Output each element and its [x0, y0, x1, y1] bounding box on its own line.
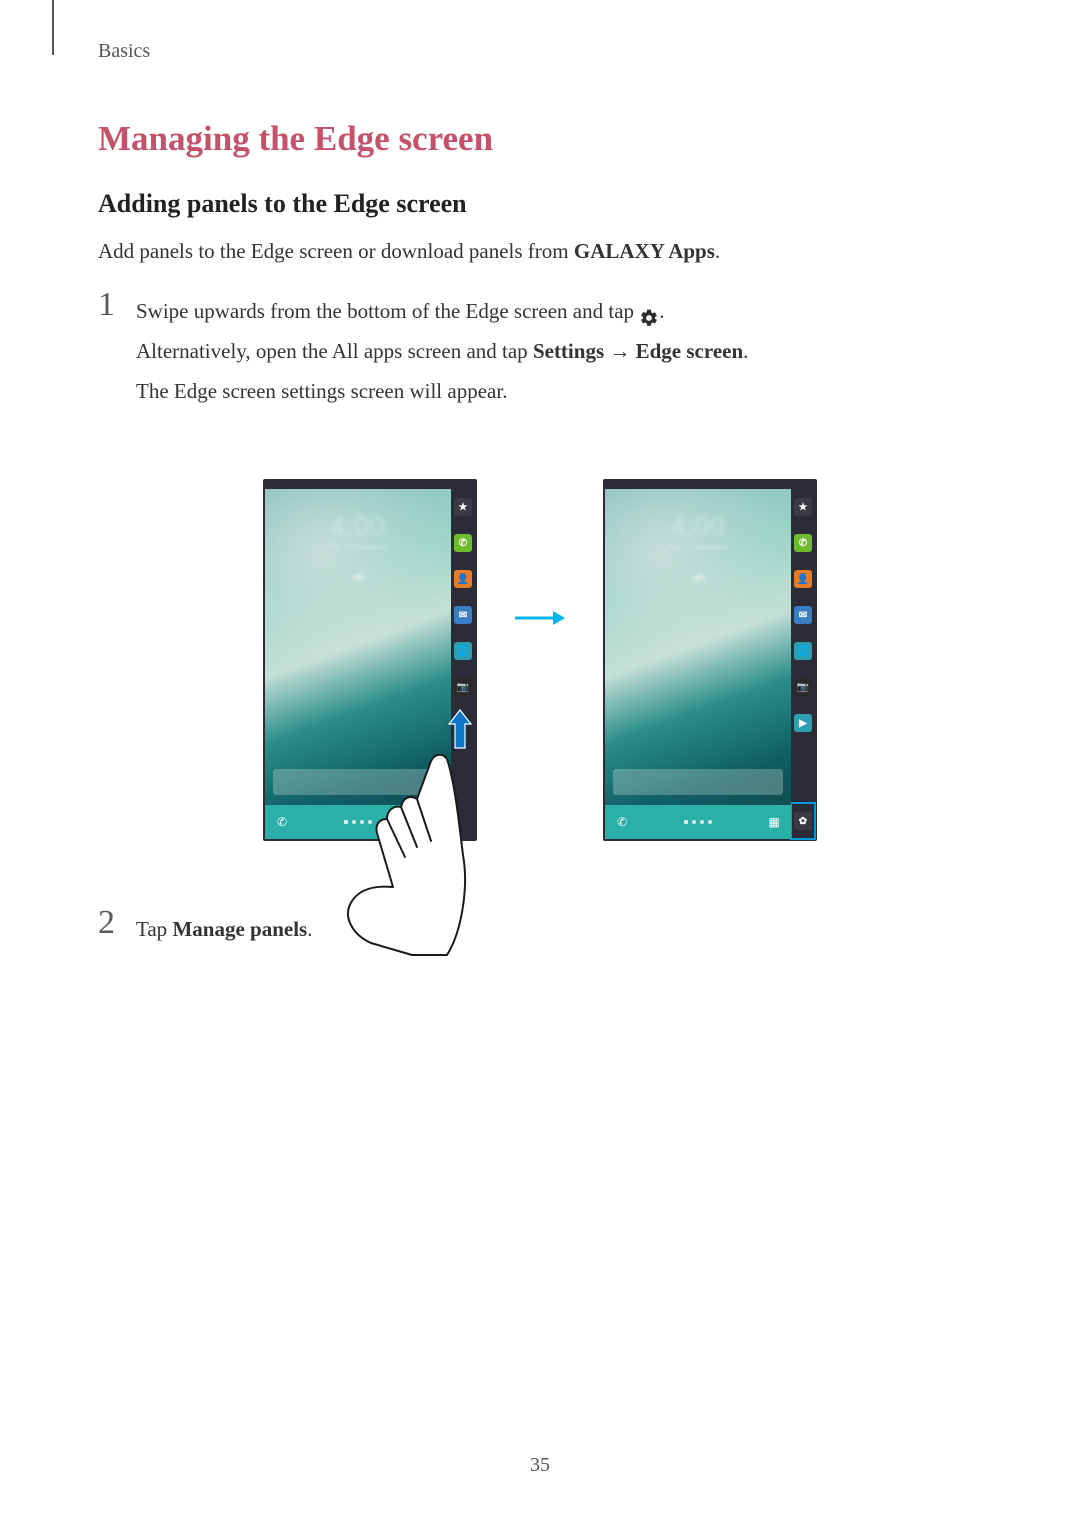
phone-clock-widget: 4:00 Tue, 30 September	[265, 511, 451, 551]
messages-icon-2: ✉	[791, 597, 815, 633]
phone-status-bar	[265, 481, 451, 489]
step1-line2-suffix: .	[743, 339, 748, 363]
clock-time2: 4:00	[605, 511, 791, 542]
phone-weather-widget: ☁	[265, 565, 451, 585]
camera-icon-2: 📷	[791, 669, 815, 705]
intro-paragraph: Add panels to the Edge screen or downloa…	[98, 237, 982, 266]
clock-time: 4:00	[265, 511, 451, 542]
nav-page-indicator2	[684, 820, 712, 824]
camera-icon: 📷	[451, 669, 475, 705]
step-2-body: Tap Manage panels.	[136, 910, 312, 950]
phone-main-screen: 4:00 Tue, 30 September ☁ ✆ ▦	[265, 481, 451, 839]
nav-apps-icon2: ▦	[767, 815, 781, 829]
settings-icon: ✿	[791, 803, 815, 839]
arrow-right-icon	[513, 608, 567, 633]
arrow-right-text: →	[604, 339, 636, 363]
section-label: Basics	[98, 40, 982, 63]
messages-icon: ✉	[451, 597, 475, 633]
header-rule	[52, 0, 54, 55]
clock-date2: Tue, 30 September	[605, 544, 791, 551]
intro-suffix: .	[715, 239, 720, 263]
phone-nav-bar: ✆ ▦	[265, 805, 451, 839]
page-number: 35	[0, 1454, 1080, 1477]
step-number-2: 2	[98, 906, 136, 940]
phone-after: 4:00 Tue, 30 September ☁ ✆ ▦ ★	[603, 479, 817, 841]
nav-page-indicator	[344, 820, 372, 824]
phone-status-bar2	[605, 481, 791, 489]
play-store-icon: ▶	[791, 705, 815, 741]
step1-line2-bold1: Settings	[533, 339, 604, 363]
clock-date: Tue, 30 September	[265, 544, 451, 551]
nav-phone-icon2: ✆	[615, 815, 629, 829]
swipe-up-arrow-icon	[447, 708, 473, 755]
gear-icon	[639, 302, 659, 322]
step1-line2-prefix: Alternatively, open the All apps screen …	[136, 339, 533, 363]
intro-bold: GALAXY Apps	[574, 239, 715, 263]
star-icon-2: ★	[791, 489, 815, 525]
step-1: 1 Swipe upwards from the bottom of the E…	[98, 292, 982, 412]
intro-text: Add panels to the Edge screen or downloa…	[98, 239, 574, 263]
phone-before: 4:00 Tue, 30 September ☁ ✆ ▦ ★	[263, 479, 477, 841]
contacts-icon: 👤	[451, 561, 475, 597]
phone-before-wrap: 4:00 Tue, 30 September ☁ ✆ ▦ ★	[263, 479, 477, 841]
contacts-icon-2: 👤	[791, 561, 815, 597]
browser-icon-2: 🌐	[791, 633, 815, 669]
phone-main-screen-after: 4:00 Tue, 30 September ☁ ✆ ▦	[605, 481, 791, 839]
page-title: Managing the Edge screen	[98, 119, 982, 159]
phone-search-bar2	[613, 769, 783, 795]
phone-icon: ✆	[451, 525, 475, 561]
phone-after-wrap: 4:00 Tue, 30 September ☁ ✆ ▦ ★	[603, 479, 817, 841]
instruction-figure: 4:00 Tue, 30 September ☁ ✆ ▦ ★	[98, 430, 982, 890]
nav-phone-icon: ✆	[275, 815, 289, 829]
step-1-body: Swipe upwards from the bottom of the Edg…	[136, 292, 748, 412]
browser-icon: 🌐	[451, 633, 475, 669]
phone-search-bar	[273, 769, 443, 795]
step-number-1: 1	[98, 288, 136, 322]
edge-panel-after: ★ ✆ 👤 ✉ 🌐 📷 ▶ ✿	[791, 481, 815, 839]
step1-line1-suffix: .	[659, 299, 664, 323]
subsection-title: Adding panels to the Edge screen	[98, 189, 982, 219]
step1-line1-prefix: Swipe upwards from the bottom of the Edg…	[136, 299, 639, 323]
nav-apps-icon: ▦	[427, 815, 441, 829]
phone-nav-bar2: ✆ ▦	[605, 805, 791, 839]
phone-clock-widget2: 4:00 Tue, 30 September	[605, 511, 791, 551]
step2-prefix: Tap	[136, 917, 172, 941]
step1-line3: The Edge screen settings screen will app…	[136, 379, 507, 403]
step-2: 2 Tap Manage panels.	[98, 910, 982, 950]
step2-suffix: .	[307, 917, 312, 941]
edge-panel-before: ★ ✆ 👤 ✉ 🌐 📷	[451, 481, 475, 839]
step1-line2-bold2: Edge screen	[636, 339, 744, 363]
step2-bold: Manage panels	[172, 917, 307, 941]
star-icon: ★	[451, 489, 475, 525]
phone-icon-2: ✆	[791, 525, 815, 561]
phone-weather-widget2: ☁	[605, 565, 791, 585]
